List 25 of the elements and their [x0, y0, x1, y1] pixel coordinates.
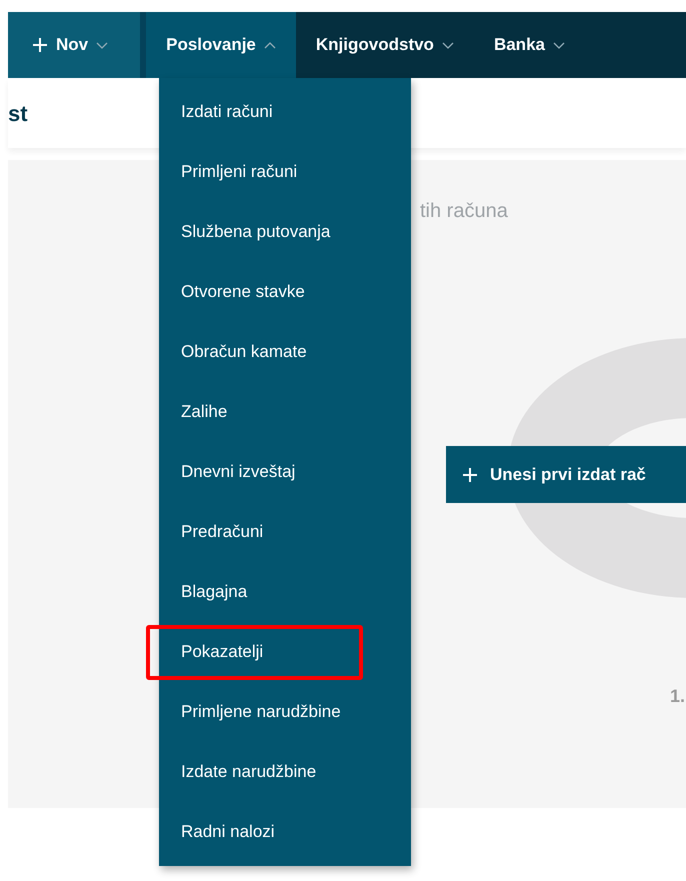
- nav-menu-item[interactable]: Poslovanje: [146, 12, 296, 78]
- nav-menu-item[interactable]: Nov: [8, 12, 146, 78]
- chevron-up-icon: [264, 42, 276, 48]
- chart-value: 1.: [670, 685, 686, 708]
- chevron-down-icon: [552, 42, 565, 48]
- dropdown-menu-item[interactable]: Zalihe: [159, 382, 411, 442]
- dropdown-menu-item[interactable]: Dnevni izveštaj: [159, 442, 411, 502]
- chevron-down-icon: [96, 42, 108, 48]
- dropdown-menu-item[interactable]: Službena putovanja: [159, 202, 411, 262]
- dropdown-menu-item[interactable]: Primljeni računi: [159, 142, 411, 202]
- plus-icon: [462, 466, 478, 482]
- dropdown-menu-item[interactable]: Pokazatelji: [159, 622, 411, 682]
- dropdown-menu-item[interactable]: Predračuni: [159, 502, 411, 562]
- dropdown-menu-item[interactable]: Radni nalozi: [159, 802, 411, 862]
- dropdown-menu-item[interactable]: Obračun kamate: [159, 322, 411, 382]
- dropdown-menu-item[interactable]: Izdate narudžbine: [159, 742, 411, 802]
- dropdown-menu-item[interactable]: Blagajna: [159, 562, 411, 622]
- dropdown-menu-item[interactable]: Izdati računi: [159, 82, 411, 142]
- plus-icon: [32, 37, 48, 53]
- chevron-down-icon: [442, 42, 454, 48]
- page-title: st: [8, 100, 28, 128]
- panel-title: tih računa: [420, 199, 509, 224]
- dropdown-menu-item[interactable]: Primljene narudžbine: [159, 682, 411, 742]
- dropdown-menu-item[interactable]: Otvorene stavke: [159, 262, 411, 322]
- add-invoice-button[interactable]: Unesi prvi izdat rač: [446, 446, 686, 503]
